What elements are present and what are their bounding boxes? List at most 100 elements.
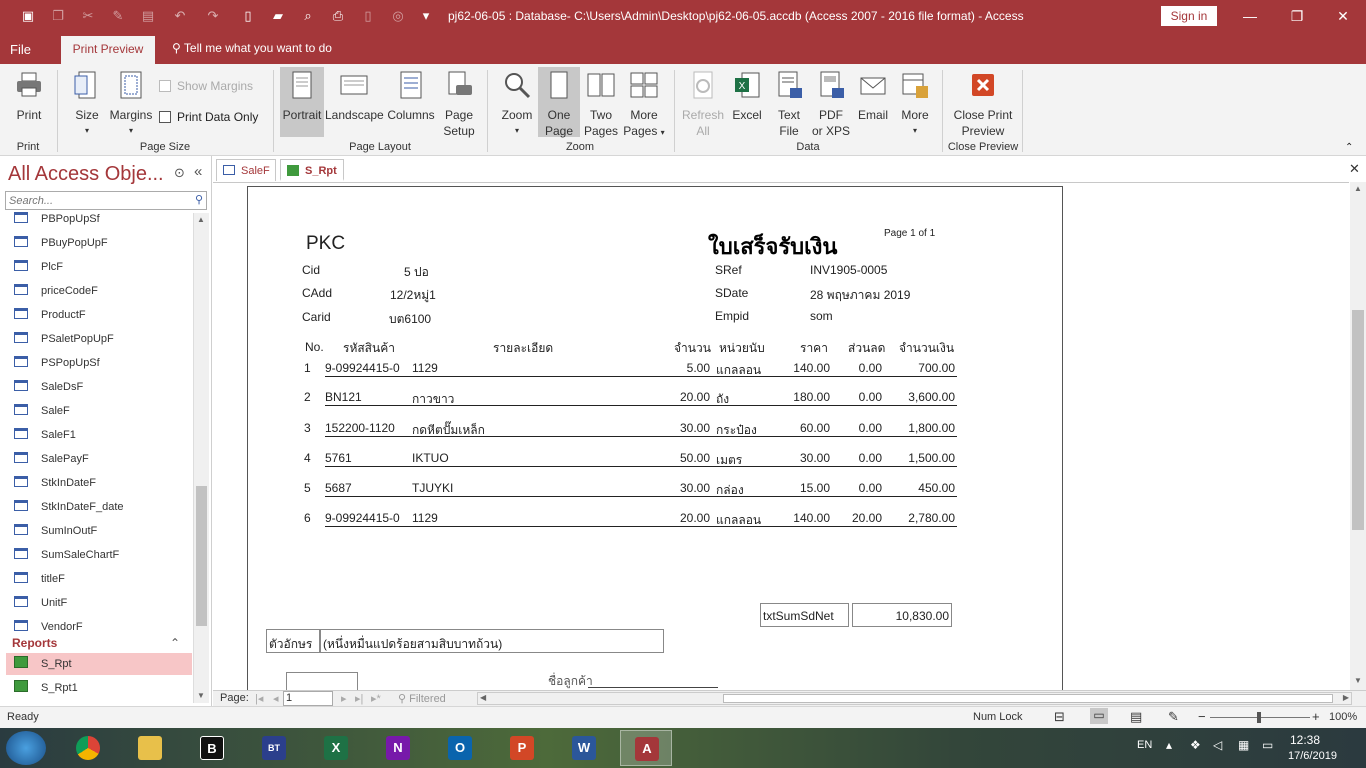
start-button-icon[interactable] (6, 731, 46, 765)
show-margins-checkbox[interactable]: Show Margins (159, 79, 253, 93)
new-record-icon[interactable]: ▸* (371, 692, 381, 705)
copy-icon[interactable]: ❐ (50, 8, 66, 24)
zoom-out-icon[interactable]: − (1198, 709, 1206, 724)
horizontal-scrollbar[interactable]: ◀ ▶ (477, 692, 1352, 705)
nav-form-item[interactable]: titleF (14, 568, 192, 590)
dropbox-icon[interactable]: ❖ (1190, 738, 1201, 752)
language-indicator[interactable]: EN (1137, 739, 1152, 751)
nav-form-item[interactable]: StkInDateF (14, 472, 192, 494)
sign-in-button[interactable]: Sign in (1161, 6, 1217, 26)
quick-print-icon[interactable]: ⎙ (330, 8, 346, 24)
tab-salef[interactable]: SaleF (216, 159, 276, 181)
taskbar-chrome[interactable] (62, 730, 114, 766)
taskbar-powerpoint[interactable]: P (496, 730, 548, 766)
refresh-all-button[interactable]: Refresh All (681, 70, 725, 139)
print-preview-pane[interactable]: PKC ใบเสร็จรับเงิน Page 1 of 1 Cid 5 ปอ … (213, 182, 1349, 691)
spelling-icon[interactable]: ▯ (360, 8, 376, 24)
nav-form-item[interactable]: PSaletPopUpF (14, 328, 192, 350)
nav-form-item[interactable]: ProductF (14, 304, 192, 326)
undo-icon[interactable]: ↶ (172, 8, 188, 24)
scroll-right-icon[interactable]: ▶ (1343, 693, 1349, 702)
email-button[interactable]: Email (853, 70, 893, 123)
report-view-icon[interactable]: ⊟ (1054, 709, 1065, 725)
nav-scroll-thumb[interactable] (196, 486, 207, 626)
landscape-button[interactable]: Landscape (325, 70, 384, 123)
nav-report-item[interactable]: S_Rpt (6, 653, 192, 675)
collapse-ribbon-icon[interactable]: ⌃ (1345, 142, 1353, 153)
cut-icon[interactable]: ✂ (80, 8, 96, 24)
reports-group-header[interactable]: Reports ⌃ (12, 636, 180, 650)
vertical-scroll-thumb[interactable] (1352, 310, 1364, 530)
previous-page-icon[interactable]: ◂ (273, 692, 279, 705)
zoom-button[interactable]: Zoom ▾ (496, 70, 538, 139)
volume-icon[interactable]: ◁ (1213, 738, 1222, 752)
close-window-icon[interactable]: ✕ (1328, 6, 1358, 26)
excel-export-button[interactable]: X Excel (727, 70, 767, 123)
columns-button[interactable]: Columns (385, 70, 437, 123)
scroll-down-icon[interactable]: ▼ (1354, 676, 1362, 685)
preview-vertical-scrollbar[interactable]: ▲ ▼ (1350, 182, 1366, 690)
page-number-input[interactable]: 1 (283, 691, 333, 706)
redo-icon[interactable]: ↷ (205, 8, 221, 24)
new-icon[interactable]: ▯ (240, 8, 256, 24)
more-export-button[interactable]: More ▾ (895, 70, 935, 139)
tab-s-rpt[interactable]: S_Rpt (280, 159, 344, 181)
print-button[interactable]: Print (8, 70, 50, 123)
horizontal-scroll-thumb[interactable] (723, 694, 1333, 703)
scroll-left-icon[interactable]: ◀ (480, 693, 486, 702)
refresh-icon[interactable]: ◎ (390, 8, 406, 24)
last-page-icon[interactable]: ▸| (355, 692, 363, 705)
restore-icon[interactable]: ❐ (1282, 6, 1312, 26)
text-file-export-button[interactable]: Text File (769, 70, 809, 139)
paste-icon[interactable]: ▤ (140, 8, 156, 24)
taskbar-bold-app[interactable]: B (186, 730, 238, 766)
more-pages-button[interactable]: More Pages ▾ (622, 70, 666, 141)
print-preview-icon[interactable]: ⌕ (300, 8, 316, 24)
network-icon[interactable]: ▦ (1238, 738, 1249, 752)
taskbar-access[interactable]: A (620, 730, 672, 766)
customize-quick-access-icon[interactable]: ▾ (418, 8, 434, 24)
nav-form-item[interactable]: StkInDateF_date (14, 496, 192, 518)
nav-form-item[interactable]: SaleF1 (14, 424, 192, 446)
nav-form-item[interactable]: PlcF (14, 256, 192, 278)
taskbar-file-explorer[interactable] (124, 730, 176, 766)
print-data-only-checkbox[interactable]: Print Data Only (159, 110, 258, 124)
nav-form-item[interactable]: priceCodeF (14, 280, 192, 302)
search-icon[interactable]: ⚲ (195, 193, 203, 206)
one-page-button[interactable]: One Page (538, 67, 580, 138)
nav-menu-chevron-icon[interactable]: ⊙ (174, 165, 185, 181)
clock-date[interactable]: 17/6/2019 (1288, 750, 1337, 762)
filter-status[interactable]: ⚲ Filtered (398, 692, 446, 705)
nav-form-item[interactable]: PBuyPopUpF (14, 232, 192, 254)
shutter-bar-icon[interactable]: « (194, 163, 202, 180)
zoom-in-icon[interactable]: + (1312, 709, 1320, 724)
zoom-slider-thumb[interactable] (1257, 712, 1261, 723)
taskbar-bartender[interactable]: BT (248, 730, 300, 766)
nav-form-item[interactable]: SaleF (14, 400, 192, 422)
minimize-icon[interactable]: — (1235, 6, 1265, 26)
tell-me-search[interactable]: ⚲ Tell me what you want to do (172, 41, 332, 55)
tab-file[interactable]: File (10, 42, 31, 57)
scroll-up-icon[interactable]: ▲ (1354, 184, 1362, 193)
nav-form-item[interactable]: SumSaleChartF (14, 544, 192, 566)
close-print-preview-button[interactable]: Close Print Preview (948, 70, 1018, 139)
tab-print-preview[interactable]: Print Preview (61, 36, 155, 64)
nav-report-item[interactable]: S_Rpt1 (6, 677, 192, 699)
collapse-group-icon[interactable]: ⌃ (170, 636, 180, 650)
page-setup-button[interactable]: Page Setup (438, 70, 480, 139)
nav-form-item[interactable]: SumInOutF (14, 520, 192, 542)
pdf-xps-export-button[interactable]: PDF or XPS (809, 70, 853, 139)
nav-search-input[interactable] (6, 192, 186, 209)
nav-form-item[interactable]: PBPopUpSf (14, 208, 192, 230)
action-center-icon[interactable]: ▭ (1262, 738, 1273, 752)
first-page-icon[interactable]: |◂ (255, 692, 263, 705)
two-pages-button[interactable]: Two Pages (580, 70, 622, 139)
design-view-icon[interactable]: ✎ (1168, 709, 1179, 725)
taskbar-excel[interactable]: X (310, 730, 362, 766)
taskbar-outlook[interactable]: O (434, 730, 486, 766)
show-hidden-icons-icon[interactable]: ▴ (1166, 738, 1172, 752)
portrait-button[interactable]: Portrait (280, 67, 324, 137)
nav-form-item[interactable]: SaleDsF (14, 376, 192, 398)
clock-time[interactable]: 12:38 (1290, 733, 1320, 747)
scroll-up-icon[interactable]: ▲ (197, 215, 205, 224)
